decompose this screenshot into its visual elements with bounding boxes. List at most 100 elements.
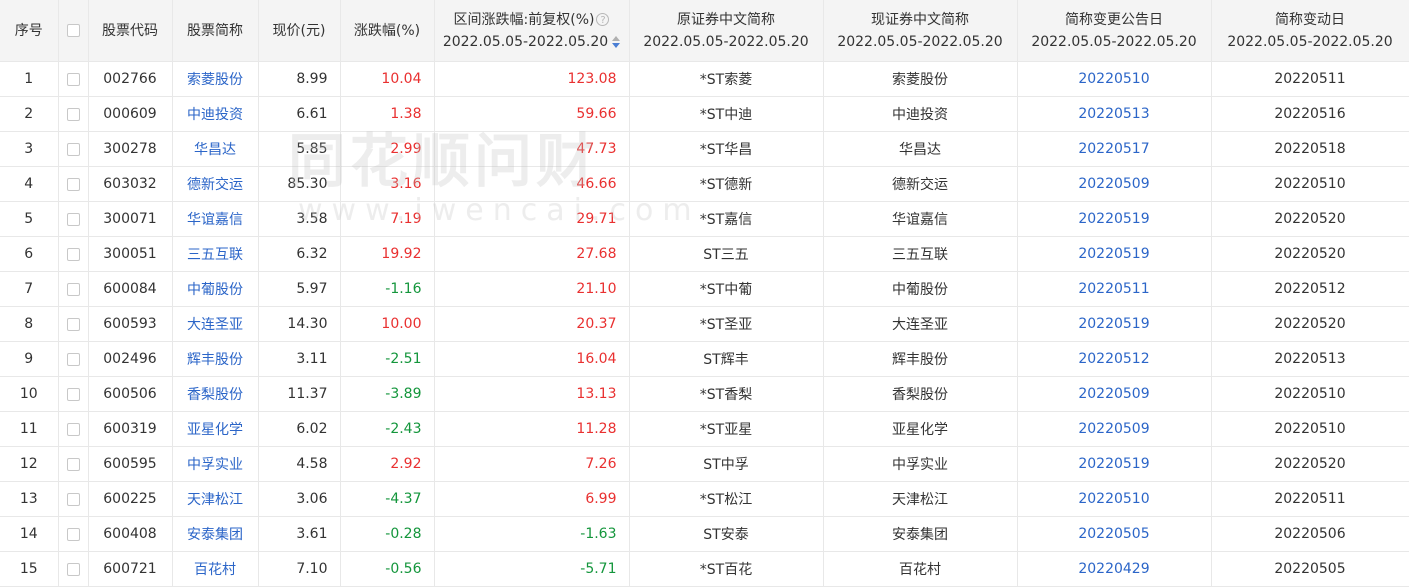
cell-name-link[interactable]: 香梨股份 — [172, 376, 259, 412]
cell-name-link[interactable]: 辉丰股份 — [172, 341, 259, 377]
select-all-checkbox[interactable] — [66, 24, 80, 37]
cell-name-link[interactable]: 百花村 — [172, 551, 259, 587]
row-checkbox-cell[interactable] — [58, 516, 89, 552]
cell-notice-date-link[interactable]: 20220510 — [1017, 61, 1212, 97]
table-row[interactable]: 3 300278 华昌达 5.85 2.99 47.73 *ST华昌 华昌达 20220517 2… — [0, 131, 1409, 167]
cell-change-date: 20220513 — [1211, 341, 1409, 377]
cell-index: 13 — [0, 481, 59, 517]
cell-cur-name: 索菱股份 — [823, 61, 1018, 97]
cell-change: -1.16 — [340, 271, 435, 307]
cell-name-link[interactable]: 中葡股份 — [172, 271, 259, 307]
cell-notice-date-link[interactable]: 20220511 — [1017, 271, 1212, 307]
row-checkbox[interactable] — [66, 527, 80, 541]
row-checkbox[interactable] — [66, 352, 80, 366]
row-checkbox[interactable] — [66, 247, 80, 261]
cell-name-link[interactable]: 亚星化学 — [172, 411, 259, 447]
header-range-change[interactable]: 区间涨跌幅:前复权(%)? 2022.05.05-2022.05.20 — [434, 0, 630, 62]
row-checkbox[interactable] — [66, 177, 80, 191]
row-checkbox[interactable] — [66, 72, 80, 86]
cell-name-link[interactable]: 大连圣亚 — [172, 306, 259, 342]
row-checkbox[interactable] — [66, 387, 80, 401]
row-checkbox[interactable] — [66, 142, 80, 156]
table-row[interactable]: 10 600506 香梨股份 11.37 -3.89 13.13 *ST香梨 香梨股份 2022… — [0, 376, 1409, 412]
cell-notice-date-link[interactable]: 20220517 — [1017, 131, 1212, 167]
cell-notice-date-link[interactable]: 20220519 — [1017, 201, 1212, 237]
header-notice-date-label: 简称变更公告日 — [1065, 11, 1163, 28]
row-checkbox[interactable] — [66, 457, 80, 471]
table-row[interactable]: 14 600408 安泰集团 3.61 -0.28 -1.63 ST安泰 安泰集团 202205… — [0, 516, 1409, 552]
cell-price: 4.58 — [258, 446, 341, 482]
row-checkbox-cell[interactable] — [58, 96, 89, 132]
table-row[interactable]: 1 002766 索菱股份 8.99 10.04 123.08 *ST索菱 索菱股份 20220… — [0, 61, 1409, 97]
cell-notice-date-link[interactable]: 20220509 — [1017, 411, 1212, 447]
header-name[interactable]: 股票简称 — [172, 0, 259, 62]
cell-orig-name: ST辉丰 — [629, 341, 824, 377]
row-checkbox-cell[interactable] — [58, 341, 89, 377]
cell-notice-date-link[interactable]: 20220509 — [1017, 166, 1212, 202]
row-checkbox[interactable] — [66, 422, 80, 436]
table-row[interactable]: 7 600084 中葡股份 5.97 -1.16 21.10 *ST中葡 中葡股份 202205… — [0, 271, 1409, 307]
cell-notice-date-link[interactable]: 20220513 — [1017, 96, 1212, 132]
table-row[interactable]: 15 600721 百花村 7.10 -0.56 -5.71 *ST百花 百花村 2022042… — [0, 551, 1409, 587]
table-row[interactable]: 4 603032 德新交运 85.30 3.16 46.66 *ST德新 德新交运 202205… — [0, 166, 1409, 202]
row-checkbox-cell[interactable] — [58, 61, 89, 97]
row-checkbox-cell[interactable] — [58, 376, 89, 412]
cell-name-link[interactable]: 德新交运 — [172, 166, 259, 202]
row-checkbox-cell[interactable] — [58, 551, 89, 587]
cell-name-link[interactable]: 中孚实业 — [172, 446, 259, 482]
table-row[interactable]: 12 600595 中孚实业 4.58 2.92 7.26 ST中孚 中孚实业 20220519… — [0, 446, 1409, 482]
header-select-all[interactable] — [58, 0, 89, 62]
cell-notice-date-link[interactable]: 20220429 — [1017, 551, 1212, 587]
row-checkbox-cell[interactable] — [58, 236, 89, 272]
cell-name-link[interactable]: 三五互联 — [172, 236, 259, 272]
cell-change-date: 20220510 — [1211, 411, 1409, 447]
cell-notice-date-link[interactable]: 20220519 — [1017, 236, 1212, 272]
question-circle-icon[interactable]: ? — [596, 13, 610, 26]
table-row[interactable]: 13 600225 天津松江 3.06 -4.37 6.99 *ST松江 天津松江 202205… — [0, 481, 1409, 517]
header-orig-name-period: 2022.05.05-2022.05.20 — [643, 33, 809, 50]
header-notice-date[interactable]: 简称变更公告日 2022.05.05-2022.05.20 — [1017, 0, 1212, 62]
row-checkbox-cell[interactable] — [58, 446, 89, 482]
cell-name-link[interactable]: 华昌达 — [172, 131, 259, 167]
header-orig-name[interactable]: 原证券中文简称 2022.05.05-2022.05.20 — [629, 0, 824, 62]
header-price[interactable]: 现价(元) — [258, 0, 341, 62]
row-checkbox-cell[interactable] — [58, 481, 89, 517]
row-checkbox[interactable] — [66, 492, 80, 506]
table-row[interactable]: 8 600593 大连圣亚 14.30 10.00 20.37 *ST圣亚 大连圣亚 20220… — [0, 306, 1409, 342]
row-checkbox[interactable] — [66, 212, 80, 226]
cell-notice-date-link[interactable]: 20220519 — [1017, 306, 1212, 342]
cell-change: -2.51 — [340, 341, 435, 377]
cell-notice-date-link[interactable]: 20220519 — [1017, 446, 1212, 482]
cell-name-link[interactable]: 中迪投资 — [172, 96, 259, 132]
cell-name-link[interactable]: 索菱股份 — [172, 61, 259, 97]
row-checkbox-cell[interactable] — [58, 271, 89, 307]
header-code[interactable]: 股票代码 — [88, 0, 173, 62]
row-checkbox-cell[interactable] — [58, 131, 89, 167]
row-checkbox[interactable] — [66, 282, 80, 296]
cell-notice-date-link[interactable]: 20220512 — [1017, 341, 1212, 377]
row-checkbox-cell[interactable] — [58, 166, 89, 202]
cell-change-date: 20220516 — [1211, 96, 1409, 132]
row-checkbox[interactable] — [66, 317, 80, 331]
header-change[interactable]: 涨跌幅(%) — [340, 0, 435, 62]
row-checkbox-cell[interactable] — [58, 306, 89, 342]
table-row[interactable]: 11 600319 亚星化学 6.02 -2.43 11.28 *ST亚星 亚星化学 20220… — [0, 411, 1409, 447]
cell-notice-date-link[interactable]: 20220505 — [1017, 516, 1212, 552]
table-row[interactable]: 5 300071 华谊嘉信 3.58 7.19 29.71 *ST嘉信 华谊嘉信 2022051… — [0, 201, 1409, 237]
table-row[interactable]: 2 000609 中迪投资 6.61 1.38 59.66 *ST中迪 中迪投资 2022051… — [0, 96, 1409, 132]
cell-name-link[interactable]: 华谊嘉信 — [172, 201, 259, 237]
table-row[interactable]: 9 002496 辉丰股份 3.11 -2.51 16.04 ST辉丰 辉丰股份 2022051… — [0, 341, 1409, 377]
cell-notice-date-link[interactable]: 20220509 — [1017, 376, 1212, 412]
sort-icon[interactable] — [612, 35, 621, 48]
row-checkbox-cell[interactable] — [58, 411, 89, 447]
cell-range-change: 16.04 — [434, 341, 630, 377]
row-checkbox[interactable] — [66, 562, 80, 576]
cell-notice-date-link[interactable]: 20220510 — [1017, 481, 1212, 517]
cell-name-link[interactable]: 天津松江 — [172, 481, 259, 517]
cell-name-link[interactable]: 安泰集团 — [172, 516, 259, 552]
row-checkbox-cell[interactable] — [58, 201, 89, 237]
row-checkbox[interactable] — [66, 107, 80, 121]
header-change-date[interactable]: 简称变动日 2022.05.05-2022.05.20 — [1211, 0, 1409, 62]
table-row[interactable]: 6 300051 三五互联 6.32 19.92 27.68 ST三五 三五互联 2022051… — [0, 236, 1409, 272]
header-cur-name[interactable]: 现证券中文简称 2022.05.05-2022.05.20 — [823, 0, 1018, 62]
